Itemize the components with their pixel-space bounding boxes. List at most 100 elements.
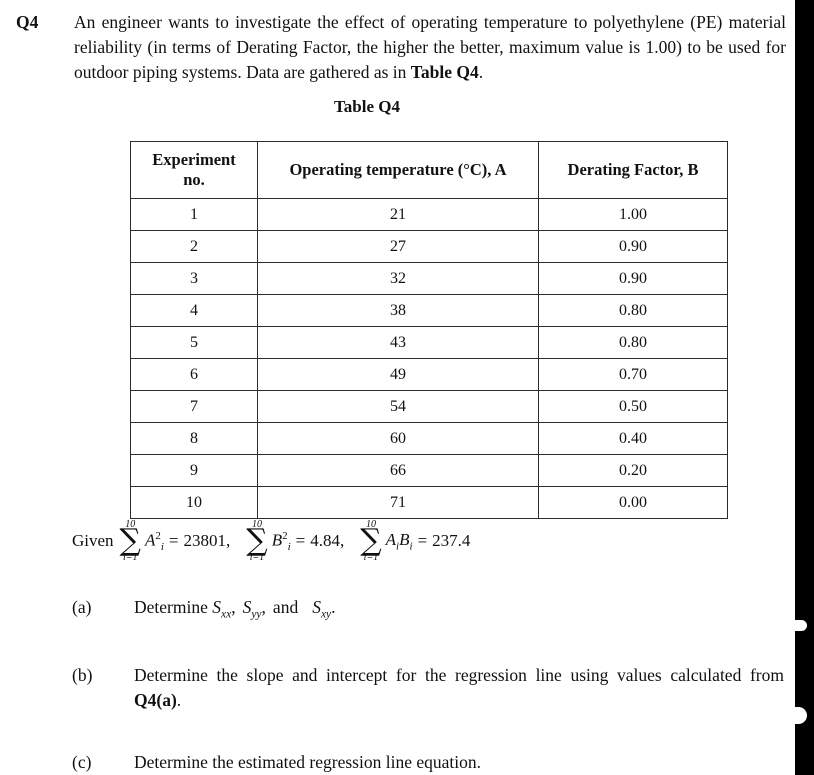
sigma-lower-limit-3: i=1: [363, 551, 379, 563]
sum-value-a-squared: 23801: [183, 531, 227, 551]
cell-derating-factor: 0.20: [538, 454, 728, 487]
part-a-sep1: ,: [231, 597, 236, 617]
cell-operating-temperature: 71: [257, 486, 539, 519]
table-row: 2 27 0.90: [130, 230, 728, 263]
cell-operating-temperature: 32: [257, 262, 539, 295]
part-b-part2: .: [176, 689, 182, 710]
equals-sign-2: =: [295, 531, 306, 551]
sigma-icon-3: ∑: [360, 523, 382, 558]
cell-experiment-no: 5: [130, 326, 258, 359]
cell-operating-temperature: 21: [257, 198, 539, 231]
cell-derating-factor: 0.70: [538, 358, 728, 391]
sigma-lower-limit-2: i=1: [249, 551, 265, 563]
table-row: 9 66 0.20: [130, 454, 728, 487]
term-sxy-sub: xy: [320, 608, 332, 621]
summation-b-squared: 10 ∑ i=1 B2i = 4.84 ,: [244, 520, 354, 563]
sigma-lower-limit-1: i=1: [122, 551, 138, 563]
question-text-emphasis: Table Q4: [410, 61, 479, 82]
table-row: 4 38 0.80: [130, 294, 728, 327]
scan-edge-notch-upper: [795, 620, 807, 631]
part-a-sep2: ,: [261, 597, 266, 617]
cell-experiment-no: 10: [130, 486, 258, 519]
summand-base-1: A: [144, 530, 156, 550]
header-experiment-no-line1: Experiment: [152, 150, 236, 170]
summand-base-3a: A: [385, 530, 397, 550]
part-c-text: Determine the estimated regression line …: [134, 752, 481, 772]
cell-derating-factor: 0.90: [538, 230, 728, 263]
scan-edge-artifact: [795, 0, 814, 775]
question-part-a: (a) Determine Sxx, Syy, and Sxy.: [72, 595, 772, 623]
header-derating-factor: Derating Factor, B: [538, 141, 728, 199]
table-row: 8 60 0.40: [130, 422, 728, 455]
header-experiment-no: Experiment no.: [130, 141, 258, 199]
cell-experiment-no: 8: [130, 422, 258, 455]
sigma-stack-3: 10 ∑ i=1: [360, 520, 381, 563]
summation-ab-product: 10 ∑ i=1 AiBi = 237.4: [358, 520, 470, 563]
summation-a-squared: 10 ∑ i=1 A2i = 23801 ,: [118, 520, 241, 563]
comma-2: ,: [339, 531, 345, 551]
term-sxy-base: S: [312, 597, 321, 617]
cell-derating-factor: 1.00: [538, 198, 728, 231]
term-sxx-base: S: [212, 597, 221, 617]
question-number: Q4: [16, 12, 39, 32]
term-sxy: Sxy: [312, 597, 331, 621]
sigma-stack-2: 10 ∑ i=1: [246, 520, 267, 563]
table-head: Experiment no. Operating temperature (°C…: [130, 141, 728, 199]
header-operating-temperature: Operating temperature (°C), A: [257, 141, 539, 199]
table-row: 7 54 0.50: [130, 390, 728, 423]
cell-derating-factor: 0.90: [538, 262, 728, 295]
summand-base-2: B: [271, 530, 283, 550]
part-a-text: Determine Sxx, Syy, and Sxy.: [134, 595, 772, 623]
table-row: 1 21 1.00: [130, 198, 728, 231]
question-part-c: (c) Determine the estimated regression l…: [72, 750, 772, 775]
term-syy-sub: yy: [251, 608, 262, 621]
table-header-row: Experiment no. Operating temperature (°C…: [130, 141, 728, 199]
part-b-text: Determine the slope and intercept for th…: [134, 663, 784, 713]
summand-ab-product: AiBi: [386, 530, 413, 552]
cell-derating-factor: 0.80: [538, 326, 728, 359]
summand-index-1: i: [160, 540, 164, 553]
cell-derating-factor: 0.80: [538, 294, 728, 327]
summand-base-3b: B: [399, 530, 410, 550]
cell-operating-temperature: 43: [257, 326, 539, 359]
question-text: An engineer wants to investigate the eff…: [74, 10, 786, 85]
term-sxx: Sxx: [212, 597, 231, 621]
table-row: 5 43 0.80: [130, 326, 728, 359]
summand-index-2: i: [287, 540, 291, 553]
question-block: Q4 An engineer wants to investigate the …: [16, 10, 786, 85]
table-body: 1 21 1.00 2 27 0.90 3 32 0.90 4 38 0.80 5 43 0.80 6 49 0.…: [130, 198, 728, 519]
sum-value-b-squared: 4.84: [310, 531, 340, 551]
equals-sign-3: =: [417, 531, 428, 551]
cell-operating-temperature: 27: [257, 230, 539, 263]
sigma-icon-1: ∑: [119, 523, 141, 558]
header-experiment-no-line2: no.: [183, 170, 205, 189]
cell-operating-temperature: 38: [257, 294, 539, 327]
part-c-letter: (c): [72, 752, 92, 772]
table-row: 3 32 0.90: [130, 262, 728, 295]
equals-sign-1: =: [168, 531, 179, 551]
part-b-reference: Q4(a): [134, 689, 177, 710]
given-label: Given: [72, 531, 114, 551]
summand-b-squared: B2i: [272, 530, 291, 553]
table-row: 10 71 0.00: [130, 486, 728, 519]
cell-operating-temperature: 60: [257, 422, 539, 455]
cell-experiment-no: 1: [130, 198, 258, 231]
cell-experiment-no: 4: [130, 294, 258, 327]
part-a-lead: Determine: [134, 597, 213, 617]
part-a-conjunction: and: [272, 597, 299, 617]
given-summations: Given 10 ∑ i=1 A2i = 23801 , 10 ∑ i=1 B2…: [72, 520, 474, 563]
sigma-stack-1: 10 ∑ i=1: [120, 520, 141, 563]
sum-value-ab-product: 237.4: [432, 531, 471, 551]
comma-1: ,: [226, 531, 231, 551]
cell-derating-factor: 0.50: [538, 390, 728, 423]
summand-index-3b: i: [409, 540, 413, 553]
cell-derating-factor: 0.00: [538, 486, 728, 519]
cell-experiment-no: 6: [130, 358, 258, 391]
cell-experiment-no: 9: [130, 454, 258, 487]
cell-operating-temperature: 66: [257, 454, 539, 487]
cell-experiment-no: 2: [130, 230, 258, 263]
cell-experiment-no: 7: [130, 390, 258, 423]
table-caption-label: Table Q4: [334, 97, 400, 116]
experiment-data-table: Experiment no. Operating temperature (°C…: [130, 141, 728, 519]
table-caption: Table Q4: [0, 97, 814, 117]
